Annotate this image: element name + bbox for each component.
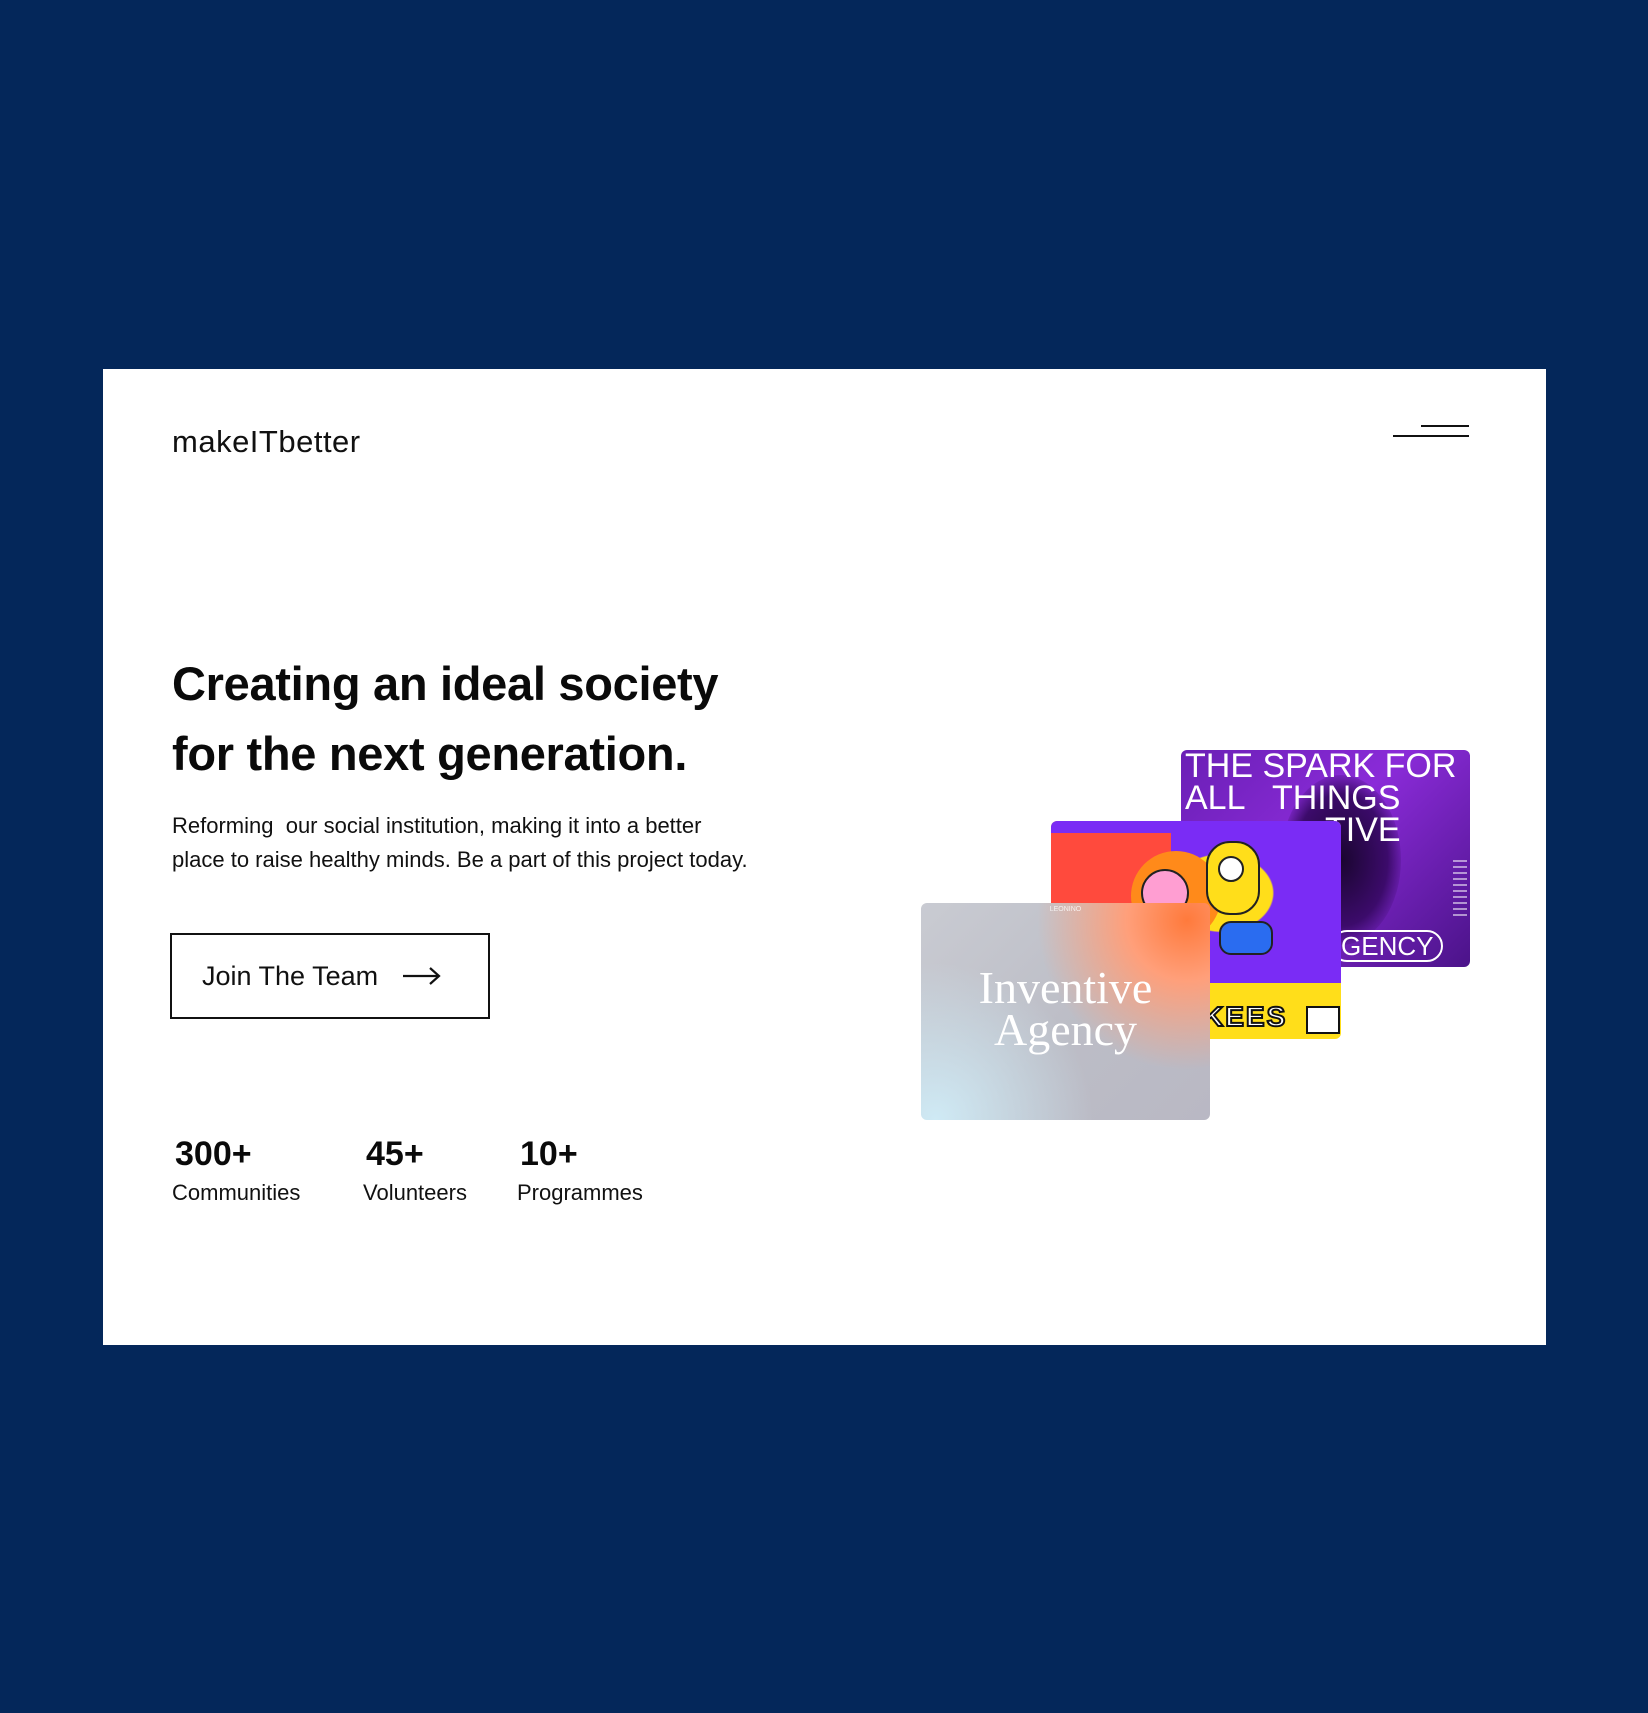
top-bar <box>1051 821 1341 833</box>
stat-label: Programmes <box>517 1180 643 1205</box>
stat-volunteers: 45+ Volunteers <box>363 1135 467 1206</box>
page-title: Creating an ideal society for the next g… <box>172 649 872 789</box>
description-line-2: place to raise healthy minds. Be a part … <box>172 847 748 872</box>
character-blue <box>1219 921 1273 955</box>
headline-line-1: Creating an ideal society <box>172 657 719 710</box>
stat-programmes: 10+ Programmes <box>517 1135 643 1206</box>
menu-line-top <box>1421 425 1469 427</box>
menu-icon[interactable] <box>1393 425 1473 449</box>
hero-card: makeITbetter Creating an ideal society f… <box>103 369 1546 1345</box>
showcase-purple-pill: GENCY <box>1331 930 1444 962</box>
stat-value: 10+ <box>520 1135 578 1173</box>
stat-communities: 300+ Communities <box>172 1135 300 1206</box>
showcase-colorful-word: KEES <box>1202 1000 1288 1033</box>
join-team-button[interactable]: Join The Team <box>170 933 490 1019</box>
headline-line-2: for the next generation. <box>172 727 688 780</box>
tag-shape <box>1306 1006 1340 1034</box>
menu-line-bottom <box>1393 435 1469 437</box>
stat-label: Volunteers <box>363 1180 467 1205</box>
description-line-1: Reforming our social institution, making… <box>172 813 702 838</box>
logo[interactable]: makeITbetter <box>172 424 361 460</box>
join-team-label: Join The Team <box>202 960 379 991</box>
stat-value: 45+ <box>366 1135 424 1173</box>
stat-value: 300+ <box>175 1135 252 1173</box>
stat-label: Communities <box>172 1180 301 1205</box>
hero-description: Reforming our social institution, making… <box>172 809 872 877</box>
showcase-gradient-top: LEONINO <box>1049 906 1082 913</box>
text-lines-decoration <box>1453 860 1467 920</box>
showcase-image-gradient: LEONINO Inventive Agency <box>921 903 1210 1120</box>
arrow-right-icon <box>402 966 442 986</box>
character-eye <box>1218 856 1244 882</box>
showcase-gradient-title: Inventive Agency <box>978 962 1153 1055</box>
